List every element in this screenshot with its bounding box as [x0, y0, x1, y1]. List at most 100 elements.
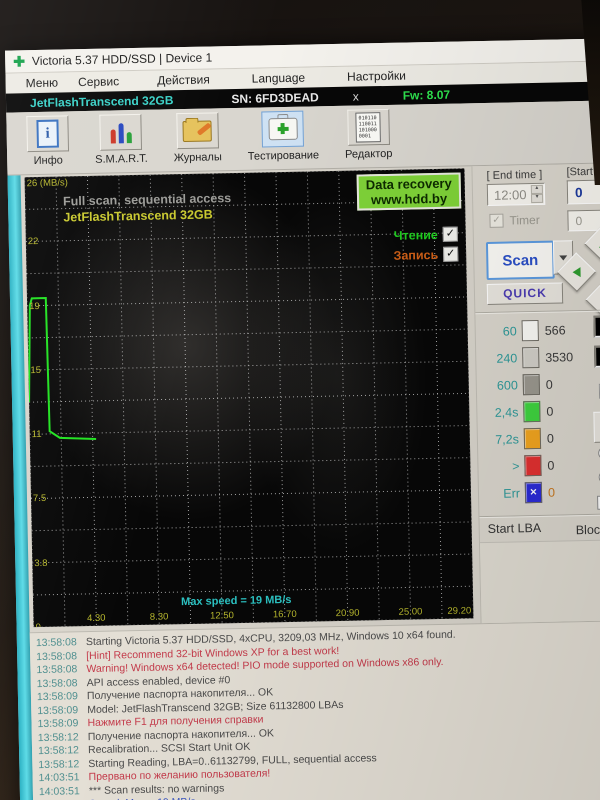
- speed-buckets: 60566240353060002,4s07,2s0>0Err✕0: [479, 316, 593, 507]
- timer-checkbox[interactable]: ✓ Timer: [489, 213, 539, 228]
- play-button[interactable]: [593, 411, 600, 443]
- log-timestamp: 13:58:12: [38, 731, 88, 746]
- log-timestamp: 13:58:09: [37, 717, 87, 732]
- folder-icon: [183, 120, 212, 142]
- toolbar-button-smart[interactable]: S.M.A.R.T.: [94, 114, 148, 166]
- end-time-input[interactable]: 12:00 ▲▼: [487, 183, 545, 206]
- nav-up-button[interactable]: [584, 224, 600, 264]
- bucket-label: 600: [481, 378, 518, 393]
- speed-bucket-row: >0: [482, 451, 593, 480]
- x-axis-label: 29.20: [447, 605, 471, 616]
- y-axis-unit-label: 26 (MB/s): [27, 177, 68, 189]
- watermark-hddby: Data recovery www.hdd.by: [357, 172, 462, 210]
- device-tab[interactable]: JetFlashTranscend 32GB: [30, 93, 174, 110]
- quick-button[interactable]: QUICK: [487, 282, 563, 305]
- x-axis-label: 20.90: [336, 608, 360, 619]
- scan-button[interactable]: Scan: [486, 241, 555, 280]
- bucket-label: >: [482, 459, 519, 474]
- y-axis-label: 0: [35, 622, 41, 627]
- timer-value-input[interactable]: 0: [567, 209, 600, 231]
- legend-row: Запись ✓: [393, 247, 458, 263]
- end-time-label: [ End time ]: [486, 169, 542, 182]
- binary-document-icon: 010110110011 1010000001: [355, 112, 381, 142]
- bucket-color-swatch: [524, 428, 541, 449]
- legend-label: Чтение: [394, 227, 438, 242]
- nav-down-button[interactable]: [585, 280, 600, 320]
- toolbar-button-logs[interactable]: Журналы: [173, 112, 222, 164]
- y-axis-label: 11: [32, 429, 42, 440]
- menu-item-menu[interactable]: Меню: [16, 75, 69, 90]
- bucket-color-swatch: [523, 374, 540, 395]
- menu-item-language[interactable]: Language: [242, 70, 316, 85]
- speed-bucket-row: 240 3530: [480, 343, 591, 372]
- y-axis-label: 22: [28, 236, 39, 247]
- time-remaining-display: 4:: [593, 315, 600, 338]
- defect-list: [480, 539, 600, 623]
- log-message: *** Scan results: no warnings: [89, 782, 225, 797]
- graph-legend: Чтение ✓ Запись ✓: [393, 227, 458, 268]
- app-plus-icon: ✚: [13, 54, 25, 68]
- graph-device-subtitle: JetFlashTranscend 32GB: [63, 207, 213, 224]
- legend-label: Запись: [393, 247, 438, 262]
- first-aid-case-icon: [268, 118, 297, 141]
- toolbar-button-testing[interactable]: Тестирование: [247, 110, 319, 162]
- timer-checkbox-box[interactable]: ✓: [489, 214, 503, 228]
- log-timestamp: 14:03:51: [38, 771, 88, 786]
- x-axis-label: 4.30: [87, 613, 106, 624]
- bucket-label: Err: [483, 486, 520, 501]
- bucket-count: 0: [546, 377, 553, 391]
- bucket-count: 3530: [545, 350, 573, 365]
- toolbar-button-info[interactable]: i Инфо: [26, 115, 69, 167]
- graph-area: 26 (MB/s) Full scan, sequential access J…: [21, 166, 481, 632]
- bucket-color-swatch: [522, 347, 539, 368]
- arrow-left-icon: [572, 267, 580, 277]
- control-panel: [ End time ] [Start LBA] 12:00 ▲▼ 0 ✓ Ti…: [471, 163, 600, 623]
- log-timestamp: 13:58:08: [36, 663, 86, 678]
- x-axis-label: 25.00: [398, 606, 422, 617]
- legend-checkbox[interactable]: ✓: [443, 227, 458, 242]
- legend-checkbox[interactable]: ✓: [443, 247, 458, 262]
- log-timestamp: 13:58:12: [38, 744, 88, 759]
- bucket-color-swatch: [522, 320, 539, 341]
- current-speed-display: 11: [594, 345, 600, 368]
- max-speed-note: Max speed = 19 MB/s: [181, 594, 292, 608]
- bucket-count: 0: [548, 485, 555, 499]
- log-timestamp: 14:03:51: [39, 785, 89, 800]
- bucket-count: 0: [547, 431, 554, 445]
- legend-row: Чтение ✓: [393, 227, 458, 243]
- device-close-button[interactable]: x: [353, 89, 359, 103]
- window-title: Victoria 5.37 HDD/SSD | Device 1: [32, 50, 213, 68]
- toolbar-button-editor[interactable]: 010110110011 1010000001 Редактор: [344, 109, 392, 161]
- bucket-label: 60: [480, 324, 517, 339]
- x-axis-label: 8.30: [150, 611, 169, 622]
- navigation-pad: [560, 229, 600, 319]
- speed-bucket-row: Err✕0: [483, 478, 594, 507]
- y-axis-label: 3.8: [34, 558, 47, 569]
- bucket-label: 2,4s: [481, 405, 518, 420]
- photo-stage: ✚ Victoria 5.37 HDD/SSD | Device 1 Меню …: [0, 0, 600, 800]
- defect-col-start-lba: Start LBA: [488, 521, 542, 536]
- toolbar: i Инфо S.M.A.R.T. Журналы Тестирование 0…: [6, 100, 600, 176]
- menu-item-service[interactable]: Сервис: [68, 74, 129, 89]
- speed-bucket-row: 2,4s 0: [481, 397, 592, 426]
- log-timestamp: 13:58:09: [37, 690, 87, 705]
- device-firmware: Fw: 8.07: [403, 87, 451, 102]
- x-axis-label: 12.50: [210, 610, 234, 621]
- menu-item-actions[interactable]: Действия: [147, 72, 220, 87]
- info-icon: i: [36, 120, 59, 148]
- bucket-count: 0: [546, 404, 553, 418]
- y-axis-label: 7.5: [33, 493, 46, 504]
- end-time-spinner[interactable]: ▲▼: [531, 185, 543, 203]
- bucket-label: 240: [480, 351, 517, 366]
- bucket-color-swatch: [523, 401, 540, 422]
- speed-bucket-row: 7,2s 0: [482, 424, 593, 453]
- defect-col-block: Block: [576, 523, 600, 538]
- x-axis-label: 16.70: [273, 609, 297, 620]
- bucket-color-swatch: [524, 455, 541, 476]
- menu-item-settings[interactable]: Настройки: [337, 68, 416, 84]
- bucket-label: 7,2s: [482, 432, 519, 447]
- app-window: ✚ Victoria 5.37 HDD/SSD | Device 1 Меню …: [5, 38, 600, 800]
- bucket-count: 0: [547, 458, 554, 472]
- speed-bucket-row: 600 0: [481, 370, 592, 399]
- divider: [479, 513, 600, 518]
